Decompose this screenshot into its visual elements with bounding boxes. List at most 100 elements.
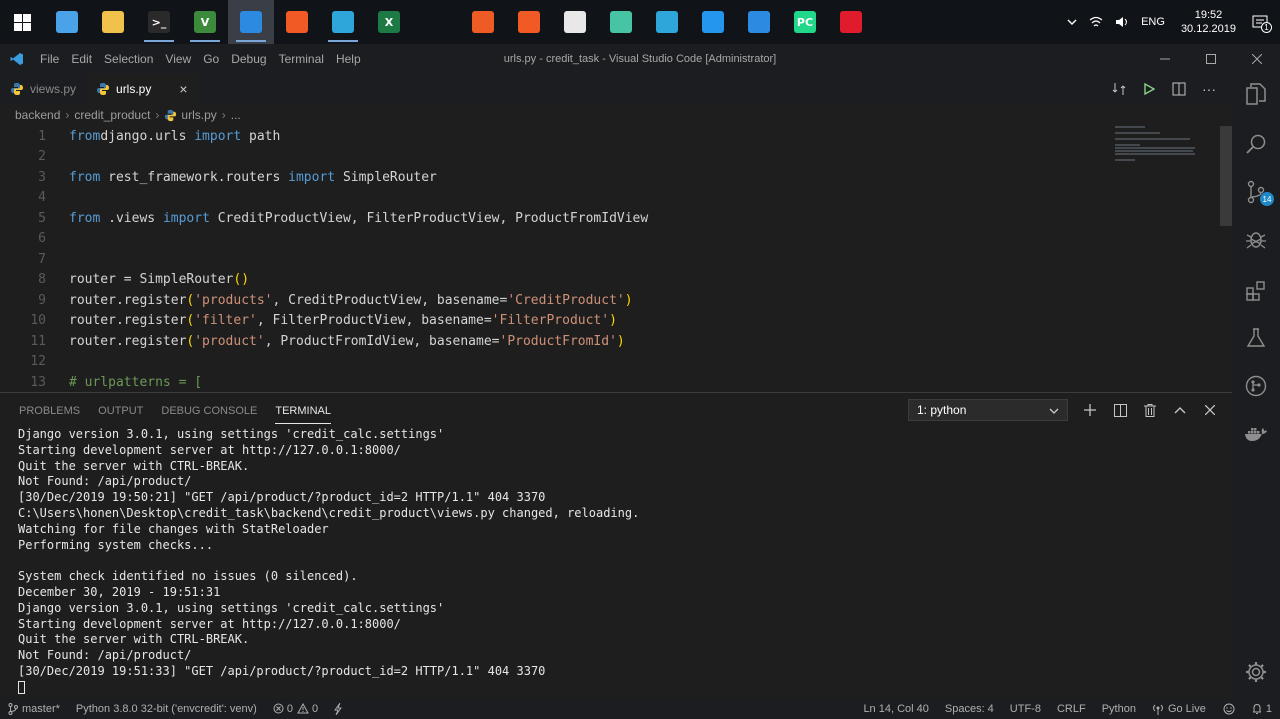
menu-go[interactable]: Go xyxy=(197,44,225,74)
terminal-select-dropdown[interactable]: 1: python xyxy=(908,399,1068,421)
language-indicator[interactable]: ENG xyxy=(1141,16,1165,28)
terminal-select-value: 1: python xyxy=(917,403,967,417)
maximize-button[interactable] xyxy=(1188,44,1234,74)
breadcrumb-item[interactable]: urls.py xyxy=(181,108,216,122)
code-line[interactable]: 11 router.register('product', ProductFrom… xyxy=(0,331,1110,352)
source-control-button[interactable]: 14 xyxy=(1232,172,1280,212)
settings-button[interactable] xyxy=(1232,652,1280,692)
minimize-button[interactable] xyxy=(1142,44,1188,74)
taskbar-app-docker[interactable] xyxy=(690,0,736,44)
taskbar-app-vscode[interactable] xyxy=(228,0,274,44)
close-tab-icon[interactable]: × xyxy=(179,81,187,97)
tab-problems[interactable]: PROBLEMS xyxy=(10,393,89,429)
menu-debug[interactable]: Debug xyxy=(225,44,272,74)
taskbar-app-vim[interactable]: V xyxy=(182,0,228,44)
more-actions-button[interactable]: ··· xyxy=(1194,74,1224,104)
code-line[interactable]: 10 router.register('filter', FilterProduc… xyxy=(0,311,1110,332)
wifi-icon[interactable] xyxy=(1089,16,1103,28)
action-center-button[interactable]: 1 xyxy=(1252,15,1272,33)
code-token: 'ProductFromId' xyxy=(499,333,617,349)
taskbar-clock[interactable]: 19:52 30.12.2019 xyxy=(1181,8,1236,36)
docker-button[interactable] xyxy=(1232,414,1280,454)
run-python-file-button[interactable] xyxy=(1134,74,1164,104)
maximize-panel-button[interactable] xyxy=(1168,399,1192,421)
volume-icon[interactable] xyxy=(1115,16,1129,28)
code-line[interactable]: 13 # urlpatterns = [ xyxy=(0,372,1110,392)
minimap[interactable] xyxy=(1115,126,1225,186)
taskbar-app-brave[interactable] xyxy=(506,0,552,44)
taskbar-app-brave[interactable] xyxy=(274,0,320,44)
tab-terminal[interactable]: TERMINAL xyxy=(266,393,340,429)
extensions-button[interactable] xyxy=(1232,270,1280,310)
code-line[interactable]: 5 from .views import CreditProductView, F… xyxy=(0,208,1110,229)
testing-button[interactable] xyxy=(1232,318,1280,358)
feedback-button[interactable] xyxy=(1214,698,1244,719)
bottom-panel: PROBLEMS OUTPUT DEBUG CONSOLE TERMINAL 1… xyxy=(0,392,1232,698)
code-line[interactable]: 6 xyxy=(0,229,1110,250)
breadcrumb-item[interactable]: ... xyxy=(231,108,241,122)
tray-overflow-chevron-icon[interactable] xyxy=(1067,19,1077,25)
menu-file[interactable]: File xyxy=(34,44,65,74)
language-mode[interactable]: Python xyxy=(1094,698,1144,719)
tab-urls-py[interactable]: urls.py × xyxy=(86,74,198,104)
code-line[interactable]: 3 from rest_framework.routers import Simp… xyxy=(0,167,1110,188)
cursor-position[interactable]: Ln 14, Col 40 xyxy=(855,698,936,719)
code-line[interactable]: 4 xyxy=(0,188,1110,209)
menu-terminal[interactable]: Terminal xyxy=(273,44,330,74)
taskbar-app-telegram[interactable] xyxy=(644,0,690,44)
taskbar-app-electron[interactable] xyxy=(598,0,644,44)
encoding[interactable]: UTF-8 xyxy=(1002,698,1049,719)
code-line[interactable]: 1 fromdjango.urls import path xyxy=(0,126,1110,147)
taskbar-app-telegram[interactable] xyxy=(320,0,366,44)
problems-indicator[interactable]: 0 0 xyxy=(265,698,326,719)
code-token: ) xyxy=(624,292,633,308)
explorer-button[interactable] xyxy=(1232,74,1280,114)
git-graph-button[interactable] xyxy=(1232,366,1280,406)
python-interpreter[interactable]: Python 3.8.0 32-bit ('envcredit': venv) xyxy=(68,698,265,719)
debug-button[interactable] xyxy=(1232,219,1280,259)
menu-edit[interactable]: Edit xyxy=(65,44,98,74)
taskbar-app-opera[interactable] xyxy=(828,0,874,44)
menu-view[interactable]: View xyxy=(159,44,197,74)
split-terminal-button[interactable] xyxy=(1108,399,1132,421)
taskbar-app-excel[interactable]: X xyxy=(366,0,412,44)
menu-selection[interactable]: Selection xyxy=(98,44,159,74)
windows-start-button[interactable] xyxy=(0,0,44,44)
search-button[interactable] xyxy=(1232,124,1280,164)
breadcrumb-item[interactable]: backend xyxy=(15,108,60,122)
code-line[interactable]: 12 xyxy=(0,352,1110,373)
code-editor[interactable]: 1 fromdjango.urls import path 2 3 from rest_… xyxy=(0,126,1232,392)
menu-help[interactable]: Help xyxy=(330,44,367,74)
indentation[interactable]: Spaces: 4 xyxy=(937,698,1002,719)
taskbar-app-terminal[interactable]: >_ xyxy=(136,0,182,44)
tab-views-py[interactable]: views.py xyxy=(0,74,86,104)
editor-scrollbar[interactable] xyxy=(1220,126,1232,226)
lightning-button[interactable] xyxy=(326,698,350,719)
notifications-button[interactable]: 1 xyxy=(1244,698,1280,719)
end-of-line[interactable]: CRLF xyxy=(1049,698,1094,719)
split-editor-button[interactable] xyxy=(1164,74,1194,104)
kill-terminal-button[interactable] xyxy=(1138,399,1162,421)
taskbar-app-document[interactable] xyxy=(552,0,598,44)
taskbar-app-pycharm[interactable]: PC xyxy=(782,0,828,44)
taskbar-app-postman[interactable] xyxy=(460,0,506,44)
taskbar-app-vscode[interactable] xyxy=(736,0,782,44)
tab-debug-console[interactable]: DEBUG CONSOLE xyxy=(152,393,266,429)
code-line[interactable]: 7 xyxy=(0,249,1110,270)
taskbar-app-pc[interactable] xyxy=(44,0,90,44)
code-line[interactable]: 9 router.register('products', CreditProdu… xyxy=(0,290,1110,311)
branch-indicator[interactable]: master* xyxy=(0,698,68,719)
open-changes-button[interactable] xyxy=(1104,74,1134,104)
breadcrumb-item[interactable]: credit_product xyxy=(74,108,150,122)
code-line[interactable]: 8 router = SimpleRouter() xyxy=(0,270,1110,291)
chevron-down-icon xyxy=(1049,403,1059,417)
close-window-button[interactable] xyxy=(1234,44,1280,74)
tab-output[interactable]: OUTPUT xyxy=(89,393,152,429)
code-line[interactable]: 2 xyxy=(0,147,1110,168)
taskbar-app-file-explorer[interactable] xyxy=(90,0,136,44)
new-terminal-button[interactable] xyxy=(1078,399,1102,421)
close-panel-button[interactable] xyxy=(1198,399,1222,421)
terminal-output[interactable]: Django version 3.0.1, using settings 'cr… xyxy=(18,427,1222,696)
go-live-button[interactable]: Go Live xyxy=(1144,698,1214,719)
gear-icon xyxy=(1246,662,1266,682)
